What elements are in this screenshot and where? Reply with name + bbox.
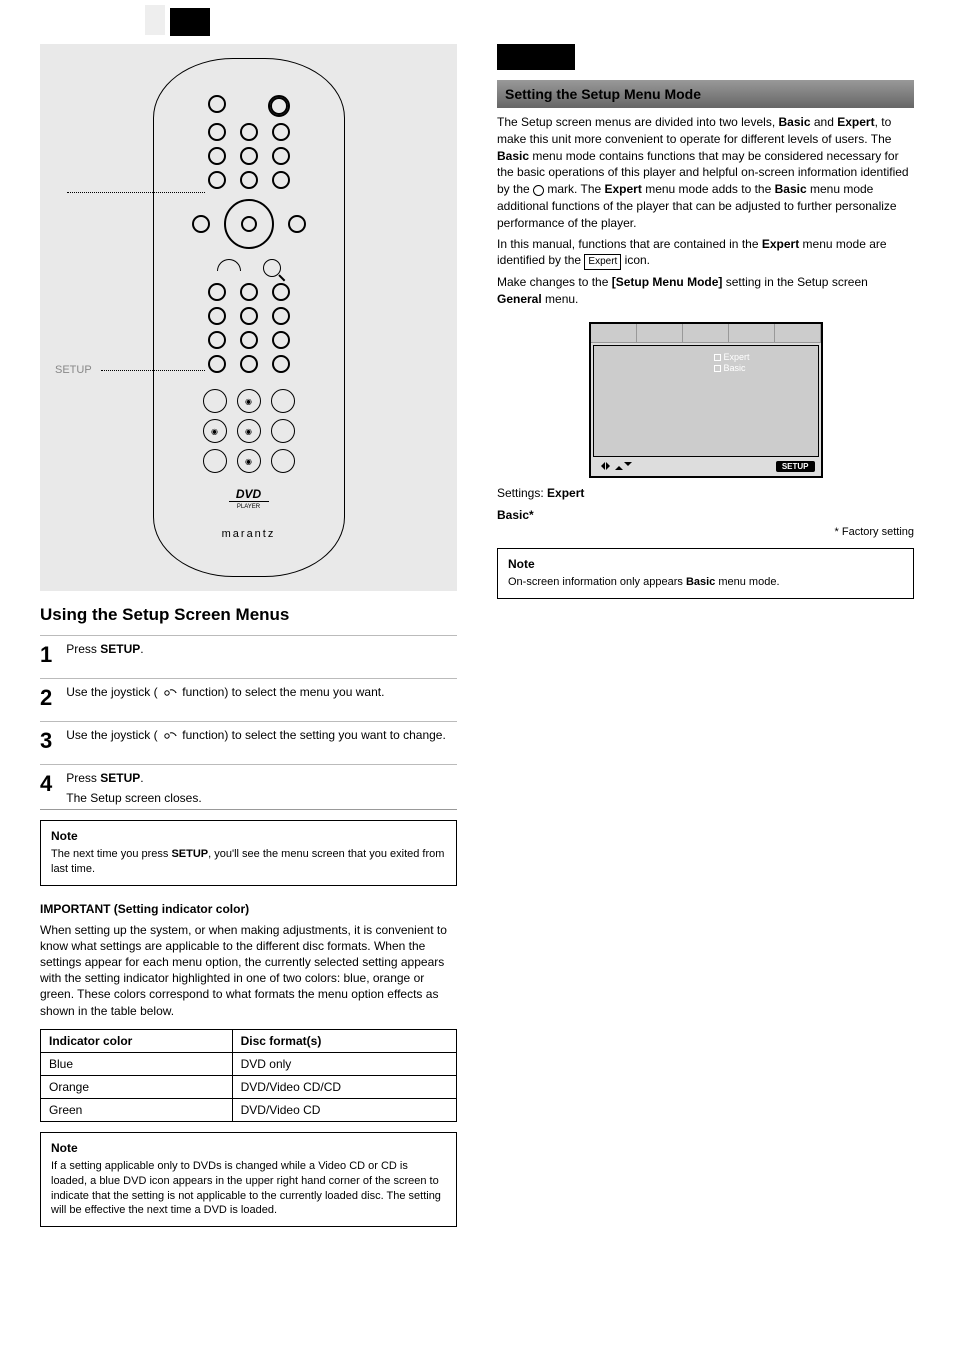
para-2: In this manual, functions that are conta… [497,236,914,271]
cell: DVD/Video CD [232,1098,456,1121]
step-1-number: 1 [40,642,52,668]
section-tab [170,8,210,36]
menu-mode-heading: Setting the Setup Menu Mode [497,80,914,108]
general-chip [497,44,575,70]
para-1: The Setup screen menus are divided into … [497,114,914,232]
step-4-number: 4 [40,771,52,797]
up-down-icon [161,730,179,742]
joystick-icon [224,199,274,249]
cell: Green [41,1098,233,1121]
page-number-ghost [145,5,165,35]
factory-setting: * Factory setting [497,526,914,538]
osd-setup-label: SETUP [776,461,815,472]
callout-setup: SETUP [52,364,95,376]
remote-illustration: ◉ ◉◉ ◉ DVD PLAYER marantz SETUP [40,44,457,591]
note-box-2: Note If a setting applicable only to DVD… [40,1132,457,1227]
using-setup-heading: Using the Setup Screen Menus [40,605,457,625]
format-table: Indicator color Disc format(s) Blue DVD … [40,1029,457,1122]
step-3-text: Use the joystick ( function) to select t… [66,728,446,742]
osd-option-expert: Expert [714,352,749,363]
step-3-number: 3 [40,728,52,754]
note-2-title: Note [51,1141,446,1155]
step-4-text: Press SETUP. The Setup screen closes. [66,771,201,805]
note-1-title: Note [51,829,446,843]
note-box-right: Note On-screen information only appears … [497,548,914,599]
table-row: Orange DVD/Video CD/CD [41,1075,457,1098]
callout-joystick [52,186,61,198]
note-2-body: If a setting applicable only to DVDs is … [51,1159,446,1218]
note-box-1: Note The next time you press SETUP, you'… [40,820,457,886]
brand-label: marantz [174,528,324,540]
remote-control: ◉ ◉◉ ◉ DVD PLAYER marantz [153,58,345,577]
table-row: Blue DVD only [41,1052,457,1075]
table-row: Green DVD/Video CD [41,1098,457,1121]
dvd-logo: DVD [229,487,269,502]
color-body: When setting up the system, or when maki… [40,922,457,1019]
left-right-icon [161,687,179,699]
step-1-text: Press SETUP. [66,642,143,656]
para-3: Make changes to the [Setup Menu Mode] se… [497,274,914,308]
expert-badge-icon: Expert [584,254,621,270]
note-r-body: On-screen information only appears Basic… [508,575,903,590]
note-r-title: Note [508,557,903,571]
table-head-format: Disc format(s) [232,1029,456,1052]
cell: Orange [41,1075,233,1098]
cell: Blue [41,1052,233,1075]
step-2-number: 2 [40,685,52,711]
cell: DVD/Video CD/CD [232,1075,456,1098]
settings-basic: Basic* [497,508,914,522]
nav-arrows-icon [597,462,632,470]
dvd-sublogo: PLAYER [174,504,324,510]
note-1-body: The next time you press SETUP, you'll se… [51,847,446,877]
color-subheading: IMPORTANT (Setting indicator color) [40,902,457,916]
osd-screenshot: Expert Basic SETUP [589,322,823,478]
osd-options: Expert Basic [714,352,749,374]
step-4-sub: The Setup screen closes. [66,791,201,805]
table-head-indicator: Indicator color [41,1029,233,1052]
settings-label: Settings: Expert [497,486,914,500]
info-mark-icon [533,185,544,196]
osd-option-basic: Basic [714,363,749,374]
step-2-text: Use the joystick ( function) to select t… [66,685,384,699]
cell: DVD only [232,1052,456,1075]
